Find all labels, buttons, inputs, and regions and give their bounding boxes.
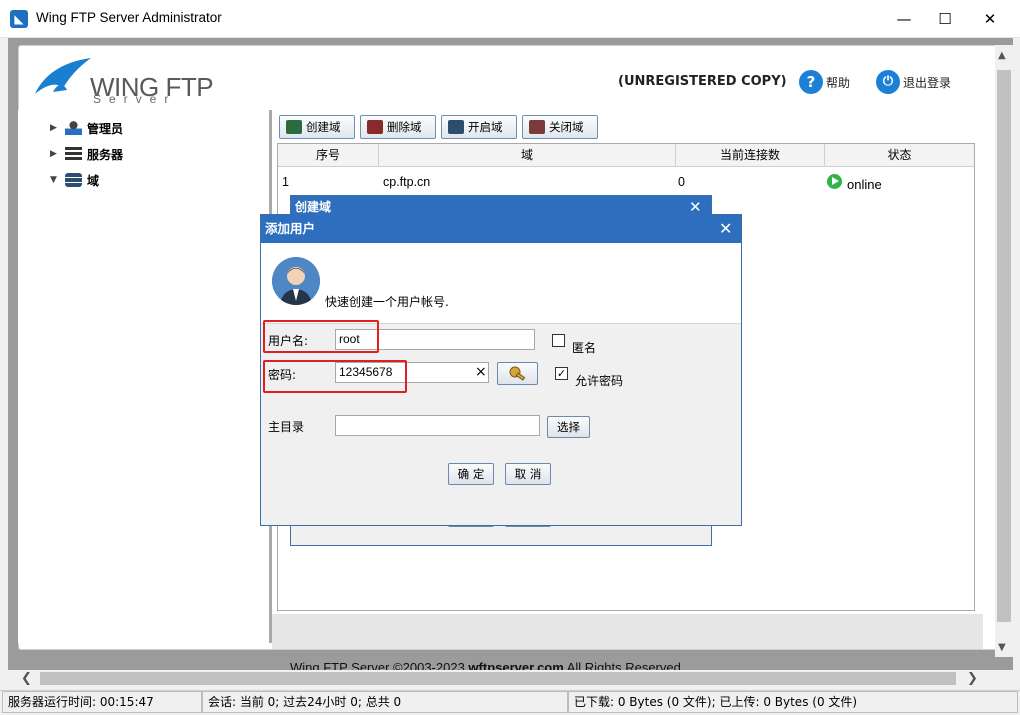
tree-item-server[interactable]: ▶ 服务器 <box>50 143 123 165</box>
column-header-status[interactable]: 状态 <box>825 144 974 167</box>
home-dir-label: 主目录 <box>268 420 305 434</box>
cell-status[interactable]: online <box>847 177 882 192</box>
logo-subtext: Server <box>93 92 177 106</box>
delete-domain-button[interactable]: 删除域 <box>360 115 436 139</box>
scroll-right-icon[interactable]: ❯ <box>967 671 978 686</box>
tree-item-label: 服务器 <box>87 147 124 162</box>
button-label: 删除域 <box>387 120 422 134</box>
create-domain-button[interactable]: 创建域 <box>279 115 355 139</box>
wing-logo-icon <box>35 58 91 94</box>
logout-link[interactable]: 退出登录 <box>903 74 951 91</box>
cell-domain[interactable]: cp.ftp.cn <box>383 175 430 189</box>
key-icon <box>509 366 525 381</box>
tree-item-label: 管理员 <box>87 121 124 136</box>
dialog-close-icon[interactable]: ✕ <box>719 215 732 243</box>
expand-arrow-icon[interactable]: ▶ <box>50 123 60 133</box>
admin-icon <box>65 121 82 135</box>
anonymous-checkbox[interactable] <box>552 334 565 347</box>
footer-area <box>272 614 983 649</box>
ok-button[interactable]: 确 定 <box>448 463 494 485</box>
unregistered-label: (UNREGISTERED COPY) <box>618 74 787 89</box>
generate-password-button[interactable] <box>497 362 538 385</box>
allow-password-label: 允许密码 <box>575 374 624 388</box>
horizontal-scroll-thumb[interactable] <box>40 672 956 685</box>
server-icon <box>65 147 82 161</box>
browse-button[interactable]: 选择 <box>547 416 590 438</box>
button-label: 关闭域 <box>549 120 584 134</box>
collapse-arrow-icon[interactable]: ▼ <box>50 175 60 185</box>
anonymous-label: 匿名 <box>572 341 597 355</box>
button-label: 创建域 <box>306 120 341 134</box>
start-domain-button[interactable]: 开启域 <box>441 115 517 139</box>
maximize-button[interactable]: ☐ <box>922 0 968 38</box>
window-title: Wing FTP Server Administrator <box>36 10 222 25</box>
minimize-button[interactable]: — <box>881 0 927 38</box>
dialog-subtitle: 快速创建一个用户帐号. <box>325 295 449 309</box>
status-transfer: 已下载: 0 Bytes (0 文件); 已上传: 0 Bytes (0 文件) <box>568 691 1018 713</box>
scroll-left-icon[interactable]: ❮ <box>21 671 32 686</box>
cancel-button[interactable]: 取 消 <box>505 463 551 485</box>
add-user-dialog-title: 添加用户 <box>261 215 741 243</box>
close-window-button[interactable]: ✕ <box>967 0 1013 38</box>
vertical-scroll-thumb[interactable] <box>997 70 1011 622</box>
scroll-up-icon[interactable]: ▲ <box>998 50 1006 61</box>
tree-item-admins[interactable]: ▶ 管理员 <box>50 117 123 139</box>
domain-icon <box>65 173 82 187</box>
expand-arrow-icon[interactable]: ▶ <box>50 149 60 159</box>
column-header-domain[interactable]: 域 <box>379 144 676 167</box>
column-header-connections[interactable]: 当前连接数 <box>676 144 825 167</box>
tree-item-label: 域 <box>87 173 100 188</box>
power-icon[interactable]: ⏻ <box>876 70 900 94</box>
stop-domain-button[interactable]: 关闭域 <box>522 115 598 139</box>
create-domain-icon <box>286 120 302 134</box>
user-avatar-icon <box>272 257 320 305</box>
home-dir-input[interactable] <box>335 415 540 436</box>
scroll-down-icon[interactable]: ▼ <box>998 642 1006 653</box>
status-uptime: 服务器运行时间: 00:15:47 <box>2 691 202 713</box>
clear-password-icon[interactable]: × <box>475 364 487 380</box>
tree-item-domain[interactable]: ▼ 域 <box>50 169 99 191</box>
status-sessions: 会话: 当前 0; 过去24小时 0; 总共 0 <box>202 691 568 713</box>
start-domain-icon <box>448 120 464 134</box>
password-highlight-box <box>263 360 407 393</box>
help-icon[interactable]: ? <box>799 70 823 94</box>
stop-domain-icon <box>529 120 545 134</box>
allow-password-checkbox[interactable]: ✓ <box>555 367 568 380</box>
username-highlight-box <box>263 320 379 353</box>
button-label: 开启域 <box>468 120 503 134</box>
column-header-id[interactable]: 序号 <box>278 144 379 167</box>
delete-domain-icon <box>367 120 383 134</box>
cell-id[interactable]: 1 <box>282 175 289 189</box>
cell-connections[interactable]: 0 <box>678 175 685 189</box>
help-link[interactable]: 帮助 <box>826 74 850 91</box>
app-icon: ◣ <box>10 10 28 28</box>
online-status-icon <box>827 174 842 189</box>
